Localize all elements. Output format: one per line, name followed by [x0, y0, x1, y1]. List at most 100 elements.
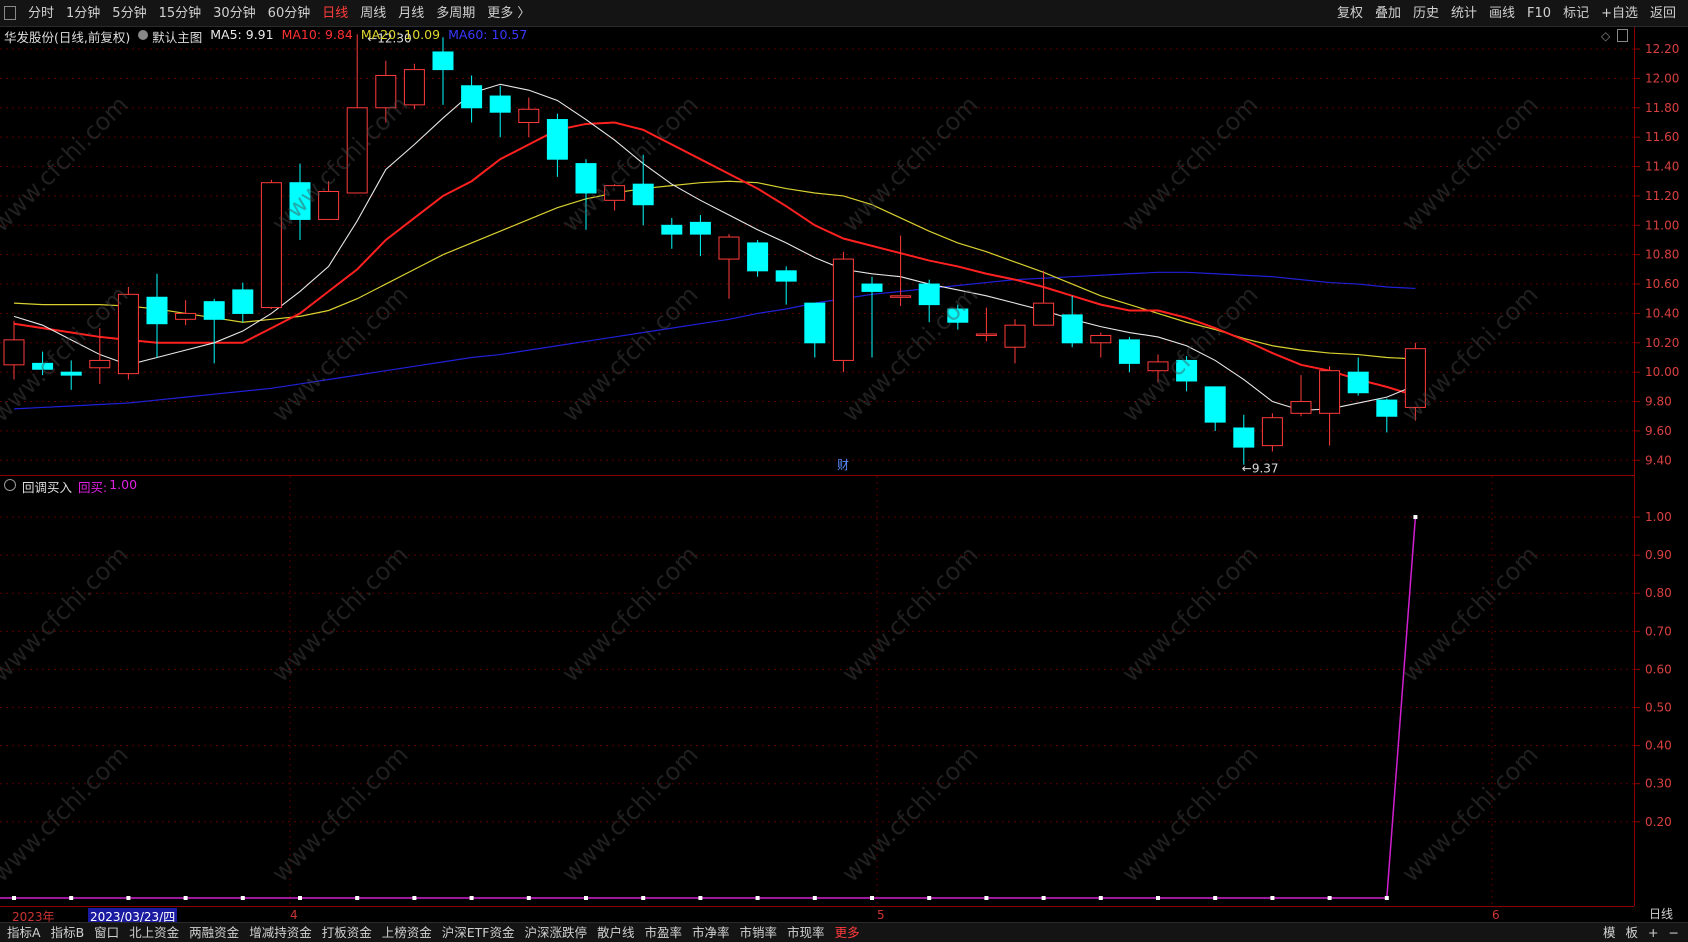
- bottom-tab-11[interactable]: 市盈率: [640, 924, 688, 941]
- bottom-tab-13[interactable]: 市销率: [735, 924, 783, 941]
- candle[interactable]: [861, 276, 883, 358]
- bottom-tab-4[interactable]: 两融资金: [184, 924, 244, 941]
- bottom-control-3[interactable]: −: [1664, 924, 1684, 941]
- candle[interactable]: [203, 298, 225, 364]
- template-name[interactable]: 默认主图: [152, 27, 202, 45]
- candle[interactable]: [3, 320, 25, 380]
- settings-dot-icon[interactable]: [138, 30, 149, 40]
- panel-toggle-icon[interactable]: [1617, 29, 1628, 42]
- candle[interactable]: [403, 63, 425, 110]
- candle[interactable]: [661, 217, 683, 249]
- candle[interactable]: [375, 60, 397, 123]
- period-tab-4[interactable]: 30分钟: [207, 5, 262, 22]
- candle[interactable]: [747, 239, 769, 277]
- bottom-tab-8[interactable]: 沪深ETF资金: [437, 924, 520, 941]
- candle[interactable]: [1290, 375, 1312, 417]
- candle[interactable]: [489, 85, 511, 138]
- bottom-tab-0[interactable]: 指标A: [2, 924, 46, 941]
- bottom-tab-6[interactable]: 打板资金: [317, 924, 377, 941]
- period-tab-8[interactable]: 月线: [392, 5, 430, 22]
- toolbar-button-3[interactable]: 统计: [1445, 5, 1483, 22]
- candle[interactable]: [1090, 332, 1112, 358]
- indicator-panel[interactable]: [0, 476, 1634, 906]
- finance-marker[interactable]: 财: [837, 458, 849, 472]
- bottom-tab-15[interactable]: 更多: [830, 924, 865, 941]
- bottom-tab-1[interactable]: 指标B: [46, 924, 90, 941]
- bottom-tab-3[interactable]: 北上资金: [124, 924, 184, 941]
- bottom-tab-10[interactable]: 散户线: [592, 924, 640, 941]
- period-tab-3[interactable]: 15分钟: [153, 5, 208, 22]
- candle[interactable]: [432, 37, 454, 105]
- period-tab-2[interactable]: 5分钟: [106, 5, 152, 22]
- candle[interactable]: [1004, 319, 1026, 364]
- candle[interactable]: [975, 307, 997, 342]
- bottom-control-0[interactable]: 模: [1598, 924, 1621, 941]
- indicator-dot-icon[interactable]: [4, 479, 16, 491]
- candle[interactable]: [718, 234, 740, 299]
- candle[interactable]: [60, 360, 82, 390]
- period-tab-6[interactable]: 日线: [316, 5, 354, 22]
- candle[interactable]: [1347, 357, 1369, 396]
- candle[interactable]: [318, 181, 340, 220]
- bottom-tab-2[interactable]: 窗口: [89, 924, 124, 941]
- toolbar-button-4[interactable]: 画线: [1483, 5, 1521, 22]
- indicator-chart[interactable]: [0, 476, 1634, 906]
- toolbar-button-0[interactable]: 复权: [1331, 5, 1369, 22]
- candle[interactable]: [947, 304, 969, 330]
- candle[interactable]: [232, 282, 254, 323]
- candle[interactable]: [1376, 398, 1398, 433]
- candle[interactable]: [775, 266, 797, 305]
- bottom-tab-5[interactable]: 增减持资金: [244, 924, 317, 941]
- candle[interactable]: [1061, 295, 1083, 348]
- candle[interactable]: [632, 154, 654, 226]
- candle[interactable]: [1319, 366, 1341, 446]
- candle[interactable]: [689, 215, 711, 257]
- candle[interactable]: [346, 34, 368, 194]
- candle[interactable]: [918, 279, 940, 323]
- window-icon[interactable]: [4, 6, 16, 20]
- toolbar-button-1[interactable]: 叠加: [1369, 5, 1407, 22]
- period-tab-9[interactable]: 多周期: [430, 5, 481, 22]
- candle[interactable]: [804, 302, 826, 358]
- bottom-control-2[interactable]: +: [1643, 924, 1663, 941]
- candle[interactable]: [32, 351, 54, 376]
- candle[interactable]: [289, 163, 311, 240]
- period-tab-5[interactable]: 60分钟: [262, 5, 317, 22]
- bottom-tab-12[interactable]: 市净率: [687, 924, 735, 941]
- candle[interactable]: [146, 273, 168, 358]
- period-label[interactable]: 日线: [1634, 906, 1688, 922]
- candle[interactable]: [1233, 414, 1255, 465]
- period-tab-7[interactable]: 周线: [354, 5, 392, 22]
- bottom-tab-7[interactable]: 上榜资金: [377, 924, 437, 941]
- candle[interactable]: [546, 113, 568, 177]
- toolbar-button-7[interactable]: +自选: [1595, 5, 1644, 22]
- period-tab-0[interactable]: 分时: [22, 5, 60, 22]
- candle[interactable]: [518, 97, 540, 138]
- candle[interactable]: [1176, 356, 1198, 392]
- candle[interactable]: [1404, 342, 1426, 421]
- candle[interactable]: [1118, 336, 1140, 373]
- candle[interactable]: [1261, 413, 1283, 452]
- candle[interactable]: [832, 251, 854, 373]
- candle[interactable]: [260, 179, 282, 310]
- candle[interactable]: [890, 235, 912, 307]
- period-tab-10[interactable]: 更多 〉: [481, 5, 536, 22]
- candle[interactable]: [575, 159, 597, 230]
- candle[interactable]: [1204, 386, 1226, 431]
- candlestick-chart[interactable]: ←12.30←9.37财: [0, 27, 1634, 476]
- diamond-icon[interactable]: ◇: [1601, 29, 1610, 43]
- bottom-tab-14[interactable]: 市现率: [782, 924, 830, 941]
- bottom-tab-9[interactable]: 沪深涨跌停: [519, 924, 592, 941]
- toolbar-button-2[interactable]: 历史: [1407, 5, 1445, 22]
- period-tab-1[interactable]: 1分钟: [60, 5, 106, 22]
- candle[interactable]: [1147, 354, 1169, 383]
- candle[interactable]: [461, 75, 483, 123]
- toolbar-button-5[interactable]: F10: [1521, 5, 1557, 22]
- candle[interactable]: [117, 286, 139, 380]
- candle[interactable]: [604, 184, 626, 211]
- toolbar-button-6[interactable]: 标记: [1557, 5, 1595, 22]
- bottom-control-1[interactable]: 板: [1621, 924, 1644, 941]
- main-chart-panel[interactable]: ←12.30 ←9.37 财: [0, 27, 1634, 476]
- indicator-name[interactable]: 回调买入: [22, 477, 72, 496]
- toolbar-button-8[interactable]: 返回: [1644, 5, 1682, 22]
